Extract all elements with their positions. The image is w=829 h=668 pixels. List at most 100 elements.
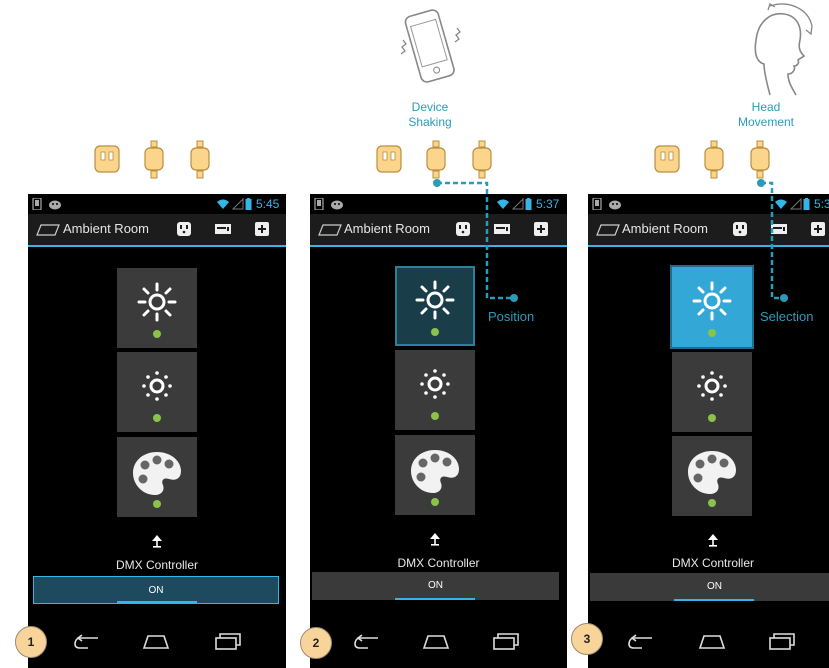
status-dot [708, 499, 716, 507]
sun-bright-icon [415, 280, 455, 320]
selection-connector-dot [757, 179, 765, 187]
status-dot [153, 414, 161, 422]
on-toggle-button[interactable]: ON [312, 572, 559, 600]
room-icon[interactable] [318, 224, 342, 236]
status-bar: 5:3 [588, 194, 829, 214]
lamp-icon [152, 535, 162, 548]
phone-screen-2: 5:37 Ambient Room DMX Controller ON [310, 194, 567, 668]
status-time: 5:37 [536, 197, 560, 211]
sun-dim-icon [420, 369, 450, 399]
device-card-icon[interactable] [214, 223, 232, 235]
color-palette-tile[interactable] [672, 436, 752, 516]
plug-icon [144, 140, 164, 179]
palette-icon [133, 452, 181, 495]
navigation-bar [588, 618, 829, 668]
connector-group-3 [652, 140, 772, 180]
outlet-icon[interactable] [176, 221, 192, 237]
status-dot [153, 500, 161, 508]
light-bright-tile[interactable] [670, 265, 754, 349]
action-bar: Ambient Room [588, 214, 829, 247]
color-palette-tile[interactable] [395, 435, 475, 515]
status-dot [708, 414, 716, 422]
lamp-icon [708, 534, 718, 547]
palette-icon [688, 451, 736, 494]
home-icon[interactable] [698, 632, 726, 650]
recent-apps-icon[interactable] [214, 632, 242, 650]
action-bar: Ambient Room [28, 214, 286, 247]
phone-icon [314, 198, 324, 210]
outlet-icon[interactable] [455, 221, 471, 237]
room-icon[interactable] [36, 224, 60, 236]
device-card-icon[interactable] [770, 223, 788, 235]
back-icon[interactable] [628, 634, 654, 650]
add-icon[interactable] [533, 221, 549, 237]
signal-icon [790, 198, 802, 210]
device-name: DMX Controller [397, 556, 480, 570]
status-bar: 5:45 [28, 194, 286, 214]
status-dot [153, 330, 161, 338]
light-dim-tile[interactable] [672, 352, 752, 432]
on-toggle-button[interactable]: ON [33, 576, 279, 604]
wifi-icon [775, 199, 787, 209]
wifi-icon [217, 199, 229, 209]
on-indicator [117, 601, 197, 603]
recent-apps-icon[interactable] [492, 632, 520, 650]
plug-icon [472, 140, 492, 179]
outlet-icon[interactable] [732, 221, 748, 237]
device-name: DMX Controller [671, 556, 755, 570]
light-bright-tile[interactable] [117, 268, 197, 348]
on-label: ON [707, 581, 722, 592]
palette-icon [411, 450, 459, 493]
sun-dim-icon [697, 371, 727, 401]
step-badge-3: 3 [571, 623, 603, 655]
position-connector-dot [433, 179, 441, 187]
room-icon[interactable] [596, 224, 620, 236]
battery-icon [525, 198, 532, 210]
phone-screen-1: 5:45 Ambient Room DMX Controller ON [28, 194, 286, 668]
socket-icon [654, 145, 680, 173]
connector-group-1 [92, 140, 212, 180]
color-palette-tile[interactable] [117, 437, 197, 517]
sun-bright-icon [137, 282, 177, 322]
head-movement-label: Head Movement [737, 100, 795, 129]
android-icon [331, 200, 343, 210]
light-dim-tile[interactable] [395, 350, 475, 430]
on-label: ON [428, 580, 443, 591]
phone-shaking-illustration [400, 9, 461, 83]
app-title: Ambient Room [63, 221, 149, 236]
sun-bright-icon [692, 281, 732, 321]
signal-icon [512, 198, 524, 210]
home-icon[interactable] [142, 632, 170, 650]
sun-dim-icon [142, 371, 172, 401]
status-dot [708, 329, 716, 337]
wifi-icon [497, 199, 509, 209]
home-icon[interactable] [422, 632, 450, 650]
phone-icon [592, 198, 602, 210]
add-icon[interactable] [810, 221, 826, 237]
device-shaking-label: Device Shaking [408, 100, 452, 129]
light-dim-tile[interactable] [117, 352, 197, 432]
app-title: Ambient Room [344, 221, 430, 236]
step-badge-1: 1 [15, 626, 47, 658]
status-dot [431, 498, 439, 506]
signal-icon [232, 198, 244, 210]
recent-apps-icon[interactable] [768, 632, 796, 650]
head-movement-illustration [754, 3, 813, 96]
selection-callout: Selection [760, 309, 814, 324]
battery-icon [803, 198, 810, 210]
battery-icon [245, 198, 252, 210]
status-dot [431, 328, 439, 336]
plug-icon [750, 140, 770, 179]
device-card-icon[interactable] [493, 223, 511, 235]
on-toggle-button[interactable]: ON [590, 573, 829, 601]
app-title: Ambient Room [622, 221, 708, 236]
light-bright-tile[interactable] [395, 266, 475, 346]
step-badge-2: 2 [300, 627, 332, 659]
add-icon[interactable] [254, 221, 270, 237]
back-icon[interactable] [74, 634, 100, 650]
plug-icon [190, 140, 210, 179]
back-icon[interactable] [354, 634, 380, 650]
android-icon [49, 200, 61, 210]
on-label: ON [148, 585, 164, 596]
socket-icon [94, 145, 120, 173]
